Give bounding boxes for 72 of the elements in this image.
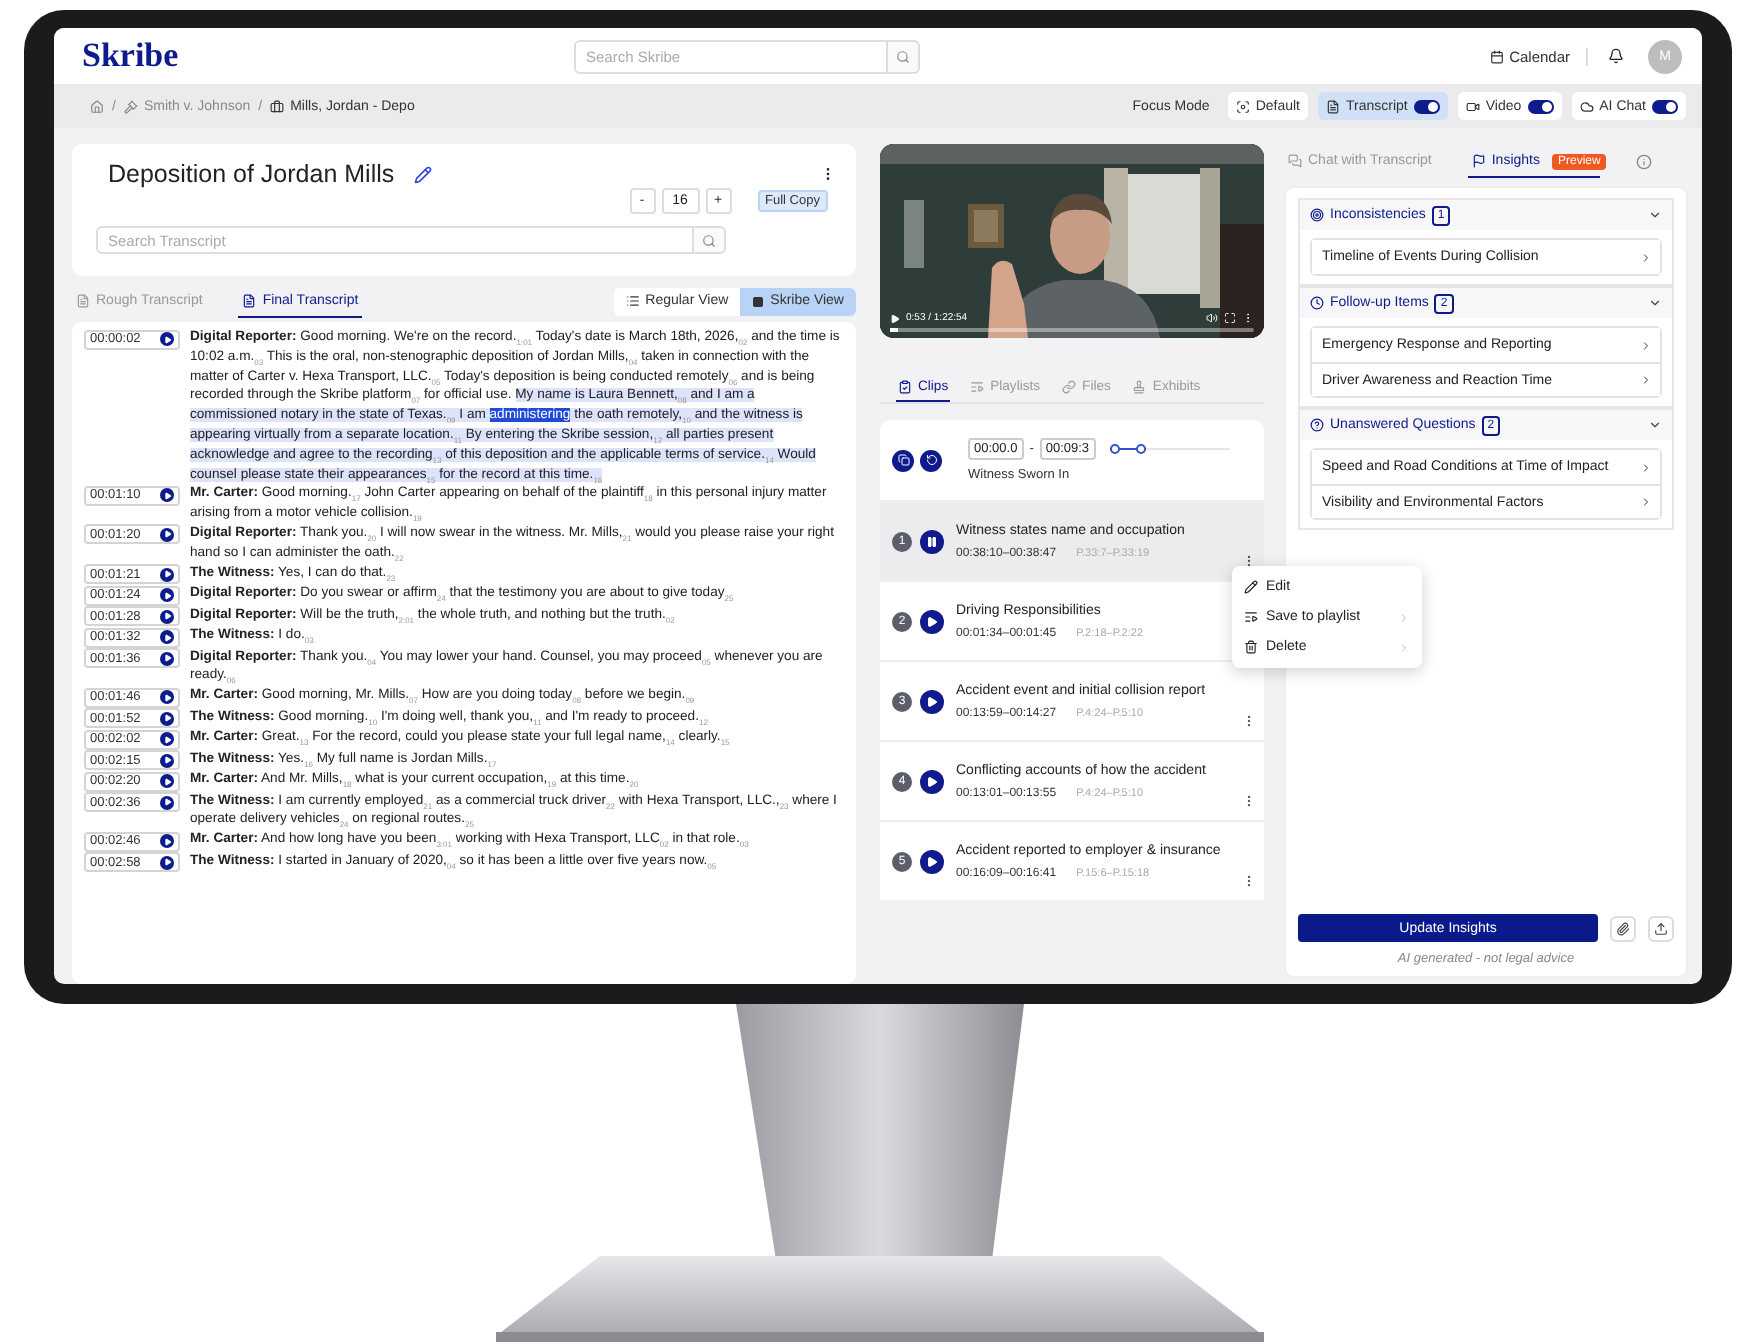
list-icon (625, 294, 640, 308)
chevron-icon (1640, 251, 1652, 263)
play-icon (926, 695, 938, 707)
more-button[interactable] (1242, 794, 1256, 808)
target-icon (1310, 208, 1324, 222)
pencil-icon[interactable] (414, 165, 433, 183)
attach-button[interactable] (1610, 915, 1636, 941)
chevron-icon (1640, 496, 1652, 508)
logo[interactable]: Skribe (82, 36, 574, 76)
cloud-icon (1579, 99, 1594, 113)
chevron-icon (1648, 296, 1662, 310)
more-icon (1242, 794, 1256, 808)
play-button[interactable] (920, 689, 944, 713)
more-icon (1242, 554, 1256, 568)
trash-icon (1244, 640, 1258, 654)
volume-icon (1206, 312, 1218, 324)
play-button[interactable] (920, 609, 944, 633)
chevron-icon (1648, 418, 1662, 432)
more-button[interactable] (1242, 874, 1256, 888)
flag-icon (1471, 154, 1486, 168)
upload-button[interactable] (1648, 915, 1674, 941)
chevron-icon (1640, 374, 1652, 386)
toggle-switch[interactable] (1413, 99, 1440, 113)
play-button[interactable] (920, 769, 944, 793)
pencil-icon (1244, 580, 1258, 594)
clipboard-icon (898, 380, 912, 394)
document-icon (1326, 99, 1340, 113)
toggle-switch[interactable] (1652, 99, 1678, 113)
playlist-icon (1244, 610, 1258, 624)
square-icon (752, 295, 765, 307)
play-icon (890, 313, 900, 323)
search-icon (702, 233, 716, 247)
chevron-icon (1640, 339, 1652, 351)
upload-icon (1654, 921, 1668, 935)
play-icon (926, 775, 938, 787)
replay-button[interactable] (920, 449, 942, 471)
replay-icon (925, 454, 937, 466)
camera-icon (1465, 99, 1480, 113)
search-icon (896, 49, 910, 63)
home-icon[interactable] (90, 99, 104, 113)
bell-icon[interactable] (1608, 48, 1624, 64)
chevron-icon (1398, 641, 1410, 653)
copy-button[interactable] (892, 449, 914, 471)
copy-icon (897, 454, 909, 466)
play-icon (926, 855, 938, 867)
chevron-icon (1648, 208, 1662, 222)
clock-icon (1310, 296, 1324, 310)
focus-icon (1235, 99, 1250, 113)
briefcase-icon (270, 99, 285, 113)
pause-icon (926, 535, 938, 547)
pause-button[interactable] (920, 529, 944, 553)
more-button[interactable] (1242, 554, 1256, 568)
gavel-icon (123, 99, 138, 113)
playlist-icon (970, 380, 985, 394)
more-icon (1242, 714, 1256, 728)
link-icon (1062, 380, 1077, 394)
more-icon (1242, 874, 1256, 888)
document-icon (242, 293, 257, 307)
document-icon (76, 293, 90, 307)
play-button[interactable] (920, 849, 944, 873)
toggle-switch[interactable] (1527, 99, 1554, 113)
stamp-icon (1132, 380, 1147, 394)
chevron-icon (1398, 611, 1410, 623)
document-title: Deposition of Jordan Mills (108, 160, 395, 188)
more-button[interactable] (1242, 714, 1256, 728)
chevron-icon (1640, 461, 1652, 473)
chat-icon (1288, 154, 1302, 168)
play-icon (926, 615, 938, 627)
paperclip-icon (1616, 921, 1630, 935)
calendar-icon (1489, 49, 1504, 63)
question-icon (1310, 418, 1324, 432)
info-icon[interactable] (1636, 154, 1652, 170)
